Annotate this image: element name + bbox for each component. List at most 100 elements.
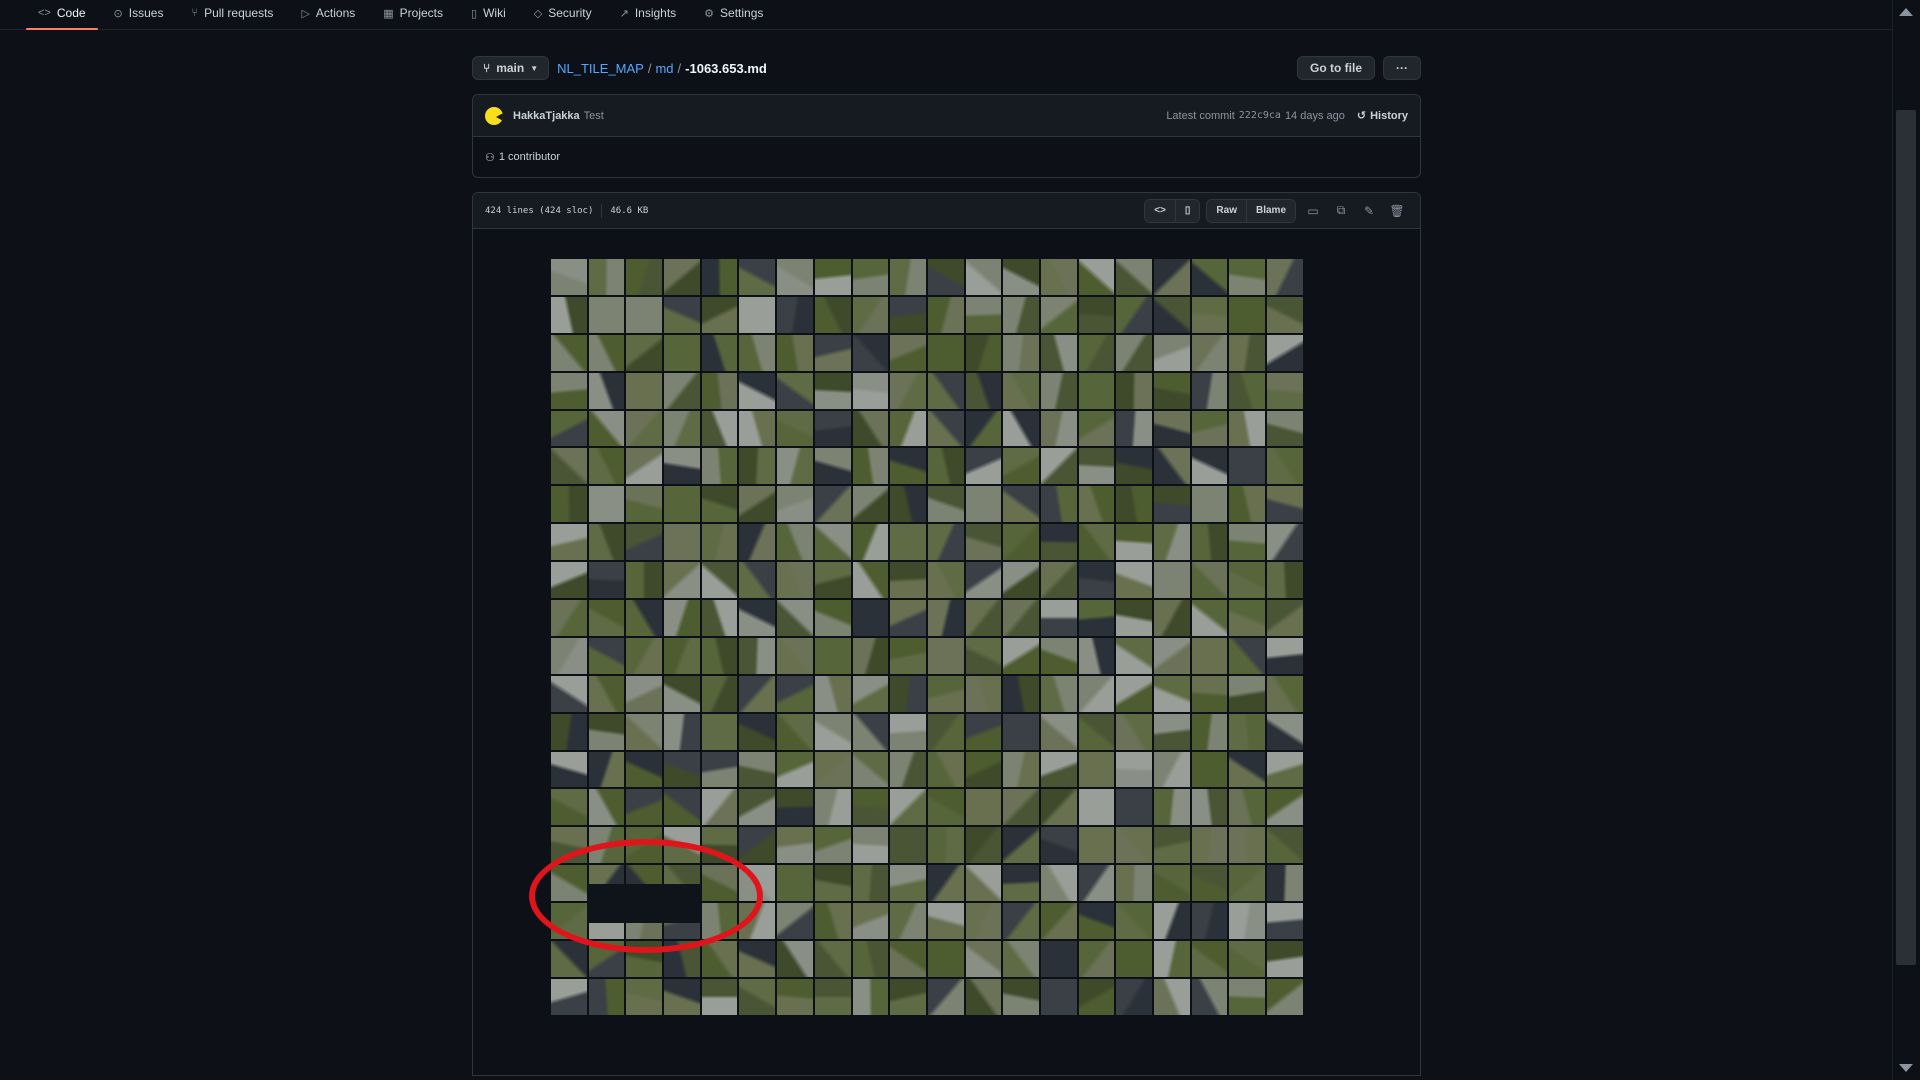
breadcrumb-folder-link[interactable]: md xyxy=(655,61,673,76)
blame-button[interactable]: Blame xyxy=(1245,199,1295,222)
map-tile xyxy=(1229,789,1266,826)
scroll-up-icon[interactable] xyxy=(1899,8,1913,16)
scroll-down-icon[interactable] xyxy=(1899,1064,1913,1072)
repo-nav: <> Code ⊙ Issues ⑂ Pull requests ▷ Actio… xyxy=(0,0,1893,30)
more-options-button[interactable]: ··· xyxy=(1383,56,1421,80)
rendered-view-button[interactable]: ▯ xyxy=(1174,199,1200,222)
tab-security[interactable]: ◇ Security xyxy=(522,0,604,26)
map-tile xyxy=(1267,448,1303,485)
map-tile xyxy=(626,259,663,295)
map-tile xyxy=(739,713,776,750)
avatar[interactable] xyxy=(485,106,503,125)
history-icon: ↺ xyxy=(1356,110,1367,122)
map-tile xyxy=(1003,410,1039,447)
map-tile xyxy=(814,372,851,409)
commit-meta: Latest commit 222c9ca 14 days ago ↺ Hist… xyxy=(1166,109,1408,123)
map-tile xyxy=(852,372,889,409)
map-tile xyxy=(1191,486,1228,523)
map-tile xyxy=(739,637,776,674)
map-tile xyxy=(551,751,587,788)
trash-icon[interactable]: 🗑 xyxy=(1386,200,1408,222)
map-tile xyxy=(739,978,776,1015)
commit-sha[interactable]: 222c9ca xyxy=(1239,110,1281,121)
map-tile xyxy=(814,637,851,674)
copy-icon[interactable]: ⧉ xyxy=(1330,200,1352,222)
page-scrollbar[interactable] xyxy=(1892,0,1920,1080)
map-tile xyxy=(739,486,776,523)
map-tile xyxy=(1154,789,1190,826)
tab-pull-requests-label: Pull requests xyxy=(204,6,274,20)
commit-message[interactable]: Test xyxy=(584,110,604,122)
map-tile xyxy=(965,827,1002,864)
map-tile xyxy=(1078,827,1115,864)
map-tile xyxy=(927,334,964,371)
map-tile xyxy=(1116,713,1152,750)
map-tile xyxy=(1267,675,1303,712)
pencil-icon[interactable]: ✎ xyxy=(1358,200,1380,222)
map-tile xyxy=(664,789,700,826)
map-tile xyxy=(664,448,700,485)
tab-wiki[interactable]: ▯ Wiki xyxy=(459,0,518,26)
tab-insights[interactable]: ↗ Insights xyxy=(608,0,689,26)
map-tile xyxy=(1191,296,1228,333)
map-tile xyxy=(1078,637,1115,674)
map-tile xyxy=(1003,675,1039,712)
latest-commit-label: Latest commit xyxy=(1166,109,1235,122)
history-link[interactable]: ↺ History xyxy=(1356,109,1408,123)
map-tile xyxy=(626,486,663,523)
map-tile xyxy=(890,562,926,599)
tab-actions[interactable]: ▷ Actions xyxy=(289,0,367,26)
map-tile xyxy=(1154,259,1190,295)
map-tile xyxy=(927,675,964,712)
table-icon: ▦ xyxy=(383,7,394,20)
file-path-row: ⑂ main ▼ NL_TILE_MAP / md / -1063.653.md… xyxy=(472,56,1421,80)
raw-button[interactable]: Raw xyxy=(1207,199,1246,222)
map-tile xyxy=(890,296,926,333)
map-tile xyxy=(814,334,851,371)
map-tile xyxy=(664,978,700,1015)
map-tile xyxy=(739,259,776,295)
map-tile xyxy=(777,372,813,409)
breadcrumb-repo-link[interactable]: NL_TILE_MAP xyxy=(557,61,644,76)
tab-settings[interactable]: ⚙ Settings xyxy=(692,0,775,26)
map-tile xyxy=(927,562,964,599)
map-tile xyxy=(1267,562,1303,599)
map-tile xyxy=(1040,789,1077,826)
desktop-icon[interactable]: ▭ xyxy=(1302,200,1324,222)
map-tile xyxy=(588,410,625,447)
map-tile xyxy=(664,486,700,523)
tab-projects[interactable]: ▦ Projects xyxy=(371,0,455,26)
map-tile xyxy=(588,562,625,599)
map-tile xyxy=(927,751,964,788)
map-tile xyxy=(588,334,625,371)
map-tile xyxy=(890,524,926,561)
map-tile xyxy=(739,410,776,447)
map-tile xyxy=(1191,637,1228,674)
map-tile xyxy=(890,334,926,371)
map-tile xyxy=(852,751,889,788)
map-tile xyxy=(701,562,738,599)
tab-code[interactable]: <> Code xyxy=(26,0,98,30)
map-tile xyxy=(701,675,738,712)
map-tile xyxy=(965,524,1002,561)
map-tile xyxy=(664,562,700,599)
tab-pull-requests[interactable]: ⑂ Pull requests xyxy=(179,0,285,26)
map-tile xyxy=(814,410,851,447)
map-tile xyxy=(1003,372,1039,409)
tab-issues[interactable]: ⊙ Issues xyxy=(102,0,176,26)
map-tile xyxy=(1003,865,1039,902)
branch-selector[interactable]: ⑂ main ▼ xyxy=(472,56,550,80)
file-header: 424 lines (424 sloc) 46.6 KB <> ▯ Raw Bl… xyxy=(473,193,1420,229)
source-view-button[interactable]: <> xyxy=(1145,199,1175,222)
map-tile xyxy=(1040,941,1077,977)
map-tile xyxy=(1154,562,1190,599)
map-tile xyxy=(1267,296,1303,333)
map-tile xyxy=(739,334,776,371)
map-tile xyxy=(1267,865,1303,902)
contributors-row[interactable]: ⚇ 1 contributor xyxy=(473,137,1420,177)
map-tile xyxy=(927,941,964,977)
gear-icon: ⚙ xyxy=(704,7,715,20)
go-to-file-button[interactable]: Go to file xyxy=(1297,56,1375,80)
commit-author[interactable]: HakkaTjakka xyxy=(513,110,580,122)
scroll-thumb[interactable] xyxy=(1896,110,1916,965)
